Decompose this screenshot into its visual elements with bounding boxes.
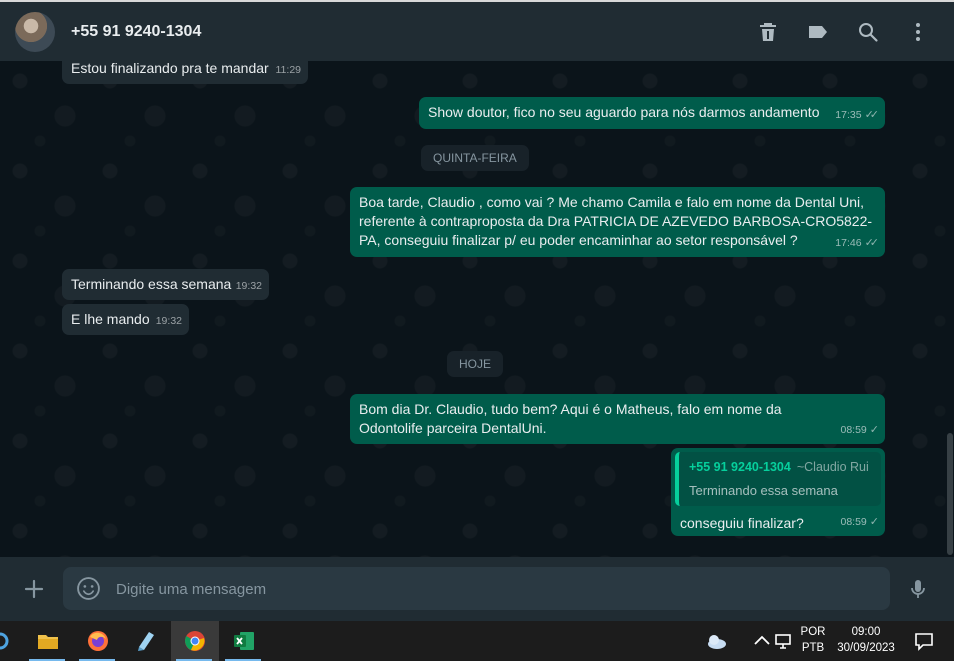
- message-meta: 19:32: [156, 312, 182, 331]
- message-time: 19:32: [155, 315, 182, 327]
- message-meta: 08:59 ✓: [840, 513, 880, 532]
- notifications-icon[interactable]: [906, 621, 942, 661]
- excel-icon[interactable]: [220, 621, 266, 661]
- chat-panel[interactable]: Estou finalizando pra te mandar 11:29 Sh…: [0, 61, 954, 557]
- windows-taskbar: POR PTB 09:00 30/09/2023: [0, 621, 954, 661]
- double-check-icon: ✓✓: [864, 109, 880, 121]
- contact-name[interactable]: +55 91 9240-1304: [71, 23, 201, 41]
- day-separator: QUINTA-FEIRA: [421, 145, 529, 171]
- composer-bar: [0, 557, 954, 621]
- message-meta: 19:32: [236, 277, 262, 296]
- search-icon[interactable]: [856, 20, 880, 44]
- message-input[interactable]: [114, 567, 878, 612]
- microphone-icon[interactable]: [906, 577, 930, 601]
- language-code: POR: [800, 626, 826, 638]
- clock-time: 09:00: [851, 626, 881, 638]
- message-text: Terminando essa semana: [71, 276, 232, 292]
- message-text: Bom dia Dr. Claudio, tudo bem? Aqui é o …: [359, 401, 782, 436]
- file-explorer-icon[interactable]: [24, 621, 70, 661]
- quote-alias: ~Claudio Rui: [796, 460, 869, 474]
- message-time: 08:59: [840, 424, 867, 436]
- message-text: Estou finalizando pra te mandar: [71, 61, 269, 76]
- message-outgoing[interactable]: Bom dia Dr. Claudio, tudo bem? Aqui é o …: [350, 394, 885, 444]
- chrome-icon[interactable]: [171, 621, 219, 661]
- label-icon[interactable]: [806, 20, 830, 44]
- message-outgoing[interactable]: Boa tarde, Claudio , como vai ? Me chamo…: [350, 187, 885, 257]
- settings-app-icon[interactable]: [0, 621, 12, 661]
- trash-icon[interactable]: [756, 20, 780, 44]
- chat-header: +55 91 9240-1304: [0, 2, 954, 61]
- message-time: 17:46: [835, 237, 862, 249]
- message-time: 08:59: [840, 516, 867, 528]
- emoji-icon[interactable]: [76, 576, 101, 601]
- message-input-container[interactable]: [63, 567, 890, 612]
- message-time: 17:35: [835, 109, 862, 121]
- message-outgoing[interactable]: Show doutor, fico no seu aguardo para nó…: [419, 97, 885, 129]
- message-meta: 17:46 ✓✓: [835, 234, 880, 253]
- message-text: Boa tarde, Claudio , como vai ? Me chamo…: [359, 194, 873, 248]
- day-separator: HOJE: [447, 351, 504, 377]
- quoted-message[interactable]: +55 91 9240-1304 ~Claudio Rui Terminando …: [675, 452, 881, 506]
- chevron-up-icon[interactable]: [746, 621, 770, 661]
- quote-author: +55 91 9240-1304: [689, 460, 791, 474]
- quote-text: Terminando essa semana: [689, 483, 838, 498]
- message-meta: 08:59 ✓: [840, 421, 880, 440]
- message-time: 19:32: [235, 280, 262, 292]
- attach-plus-icon[interactable]: [22, 577, 46, 601]
- firefox-icon[interactable]: [74, 621, 120, 661]
- clock-date: 30/09/2023: [837, 642, 895, 654]
- scrollbar-thumb[interactable]: [947, 433, 953, 555]
- more-vertical-icon[interactable]: [906, 20, 930, 44]
- input-language[interactable]: POR PTB: [797, 624, 829, 656]
- message-time: 11:29: [275, 64, 302, 76]
- clock[interactable]: 09:00 30/09/2023: [832, 624, 900, 656]
- keyboard-code: PTB: [801, 642, 825, 654]
- message-incoming[interactable]: Estou finalizando pra te mandar 11:29: [62, 61, 308, 84]
- notepad-icon[interactable]: [122, 621, 168, 661]
- weather-icon[interactable]: [692, 621, 738, 661]
- contact-avatar[interactable]: [15, 12, 55, 52]
- double-check-icon: ✓✓: [864, 237, 880, 249]
- message-text: Show doutor, fico no seu aguardo para nó…: [428, 104, 820, 120]
- check-icon: ✓: [869, 516, 879, 528]
- message-incoming[interactable]: E lhe mando 19:32: [62, 304, 189, 335]
- check-icon: ✓: [869, 424, 879, 436]
- message-incoming[interactable]: Terminando essa semana 19:32: [62, 269, 269, 300]
- message-meta: 11:29: [276, 61, 302, 80]
- message-meta: 17:35 ✓✓: [835, 106, 880, 125]
- message-outgoing[interactable]: +55 91 9240-1304 ~Claudio Rui Terminando …: [671, 448, 885, 536]
- network-icon[interactable]: [770, 621, 796, 661]
